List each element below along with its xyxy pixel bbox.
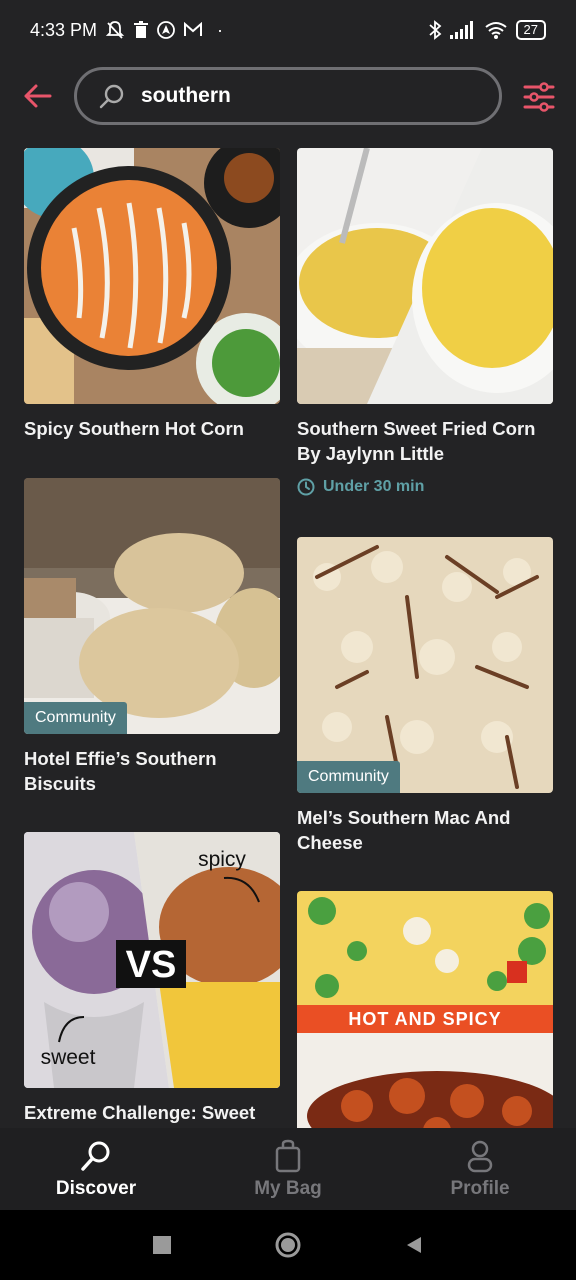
filter-sliders-icon[interactable] <box>522 80 556 114</box>
signal-icon <box>449 21 473 39</box>
bluetooth-icon <box>428 20 441 40</box>
search-header <box>0 66 576 126</box>
bell-off-icon <box>105 21 125 39</box>
recipe-card-extreme-challenge-sweet[interactable]: VS spicy sweet Extreme Challenge: Sweet <box>24 832 280 1125</box>
recipe-title: Mel’s Southern Mac And Cheese <box>297 807 511 853</box>
recipe-title: Extreme Challenge: Sweet <box>24 1102 256 1123</box>
spicy-label: spicy <box>198 848 246 871</box>
person-icon <box>466 1138 494 1174</box>
recipe-card-spicy-southern-hot-corn[interactable]: Spicy Southern Hot Corn <box>24 148 280 441</box>
system-nav-bar <box>0 1210 576 1280</box>
vs-label: VS <box>126 944 177 986</box>
home-circle-icon[interactable] <box>274 1231 302 1259</box>
trash-icon <box>134 21 149 38</box>
bag-icon <box>274 1138 302 1174</box>
wifi-icon <box>484 22 507 39</box>
recipe-image: Community <box>24 478 280 734</box>
recipe-card-hotel-effies-southern-biscuits[interactable]: Community Hotel Effie’s Southern Biscuit… <box>24 478 280 796</box>
cook-time-label: Under 30 min <box>323 478 425 495</box>
back-arrow-icon[interactable] <box>20 78 56 114</box>
recipe-card-hot-and-spicy[interactable]: HOT AND SPICY <box>297 891 553 1128</box>
navigation-icon <box>157 21 175 39</box>
recipe-title: Southern Sweet Fried Corn By Jaylynn Lit… <box>297 418 536 464</box>
mail-icon <box>184 22 203 36</box>
status-dot: · <box>217 19 224 40</box>
nav-profile[interactable]: Profile <box>384 1128 576 1210</box>
hot-and-spicy-banner: HOT AND SPICY <box>297 1005 553 1033</box>
clock-icon <box>297 478 315 496</box>
recipe-card-southern-sweet-fried-corn[interactable]: Southern Sweet Fried Corn By Jaylynn Lit… <box>297 148 553 496</box>
community-badge: Community <box>24 702 127 734</box>
status-bar: 4:33 PM · 27 <box>0 0 576 60</box>
recipe-title: Hotel Effie’s Southern Biscuits <box>24 748 217 794</box>
search-input[interactable] <box>139 83 463 109</box>
status-right: 27 <box>428 20 546 40</box>
recipe-image <box>297 148 553 404</box>
back-triangle-icon[interactable] <box>403 1234 425 1256</box>
recipe-image: VS spicy sweet <box>24 832 280 1088</box>
bottom-nav: Discover My Bag Profile <box>0 1128 576 1210</box>
recipe-title: Spicy Southern Hot Corn <box>24 418 244 439</box>
search-bar[interactable] <box>74 67 502 125</box>
cook-time: Under 30 min <box>297 478 553 496</box>
status-time: 4:33 PM <box>30 19 98 40</box>
recents-square-icon[interactable] <box>151 1234 173 1256</box>
search-icon <box>79 1138 113 1174</box>
community-badge: Community <box>297 761 400 793</box>
status-left: 4:33 PM · <box>30 20 223 41</box>
recipe-image <box>24 148 280 404</box>
nav-my-bag[interactable]: My Bag <box>192 1128 384 1210</box>
battery-indicator: 27 <box>515 20 546 40</box>
recipe-image: Community <box>297 537 553 793</box>
search-icon <box>99 84 124 109</box>
nav-my-bag-label: My Bag <box>254 1178 322 1199</box>
recipe-image: HOT AND SPICY <box>297 891 553 1128</box>
sweet-label: sweet <box>41 1046 96 1069</box>
nav-discover-label: Discover <box>55 1178 137 1199</box>
results-grid: Spicy Southern Hot Corn Southern Sweet F… <box>0 148 576 1128</box>
recipe-card-mels-southern-mac-and-cheese[interactable]: Community Mel’s Southern Mac And Cheese <box>297 537 553 855</box>
nav-profile-label: Profile <box>450 1178 510 1199</box>
nav-discover[interactable]: Discover <box>0 1128 192 1210</box>
